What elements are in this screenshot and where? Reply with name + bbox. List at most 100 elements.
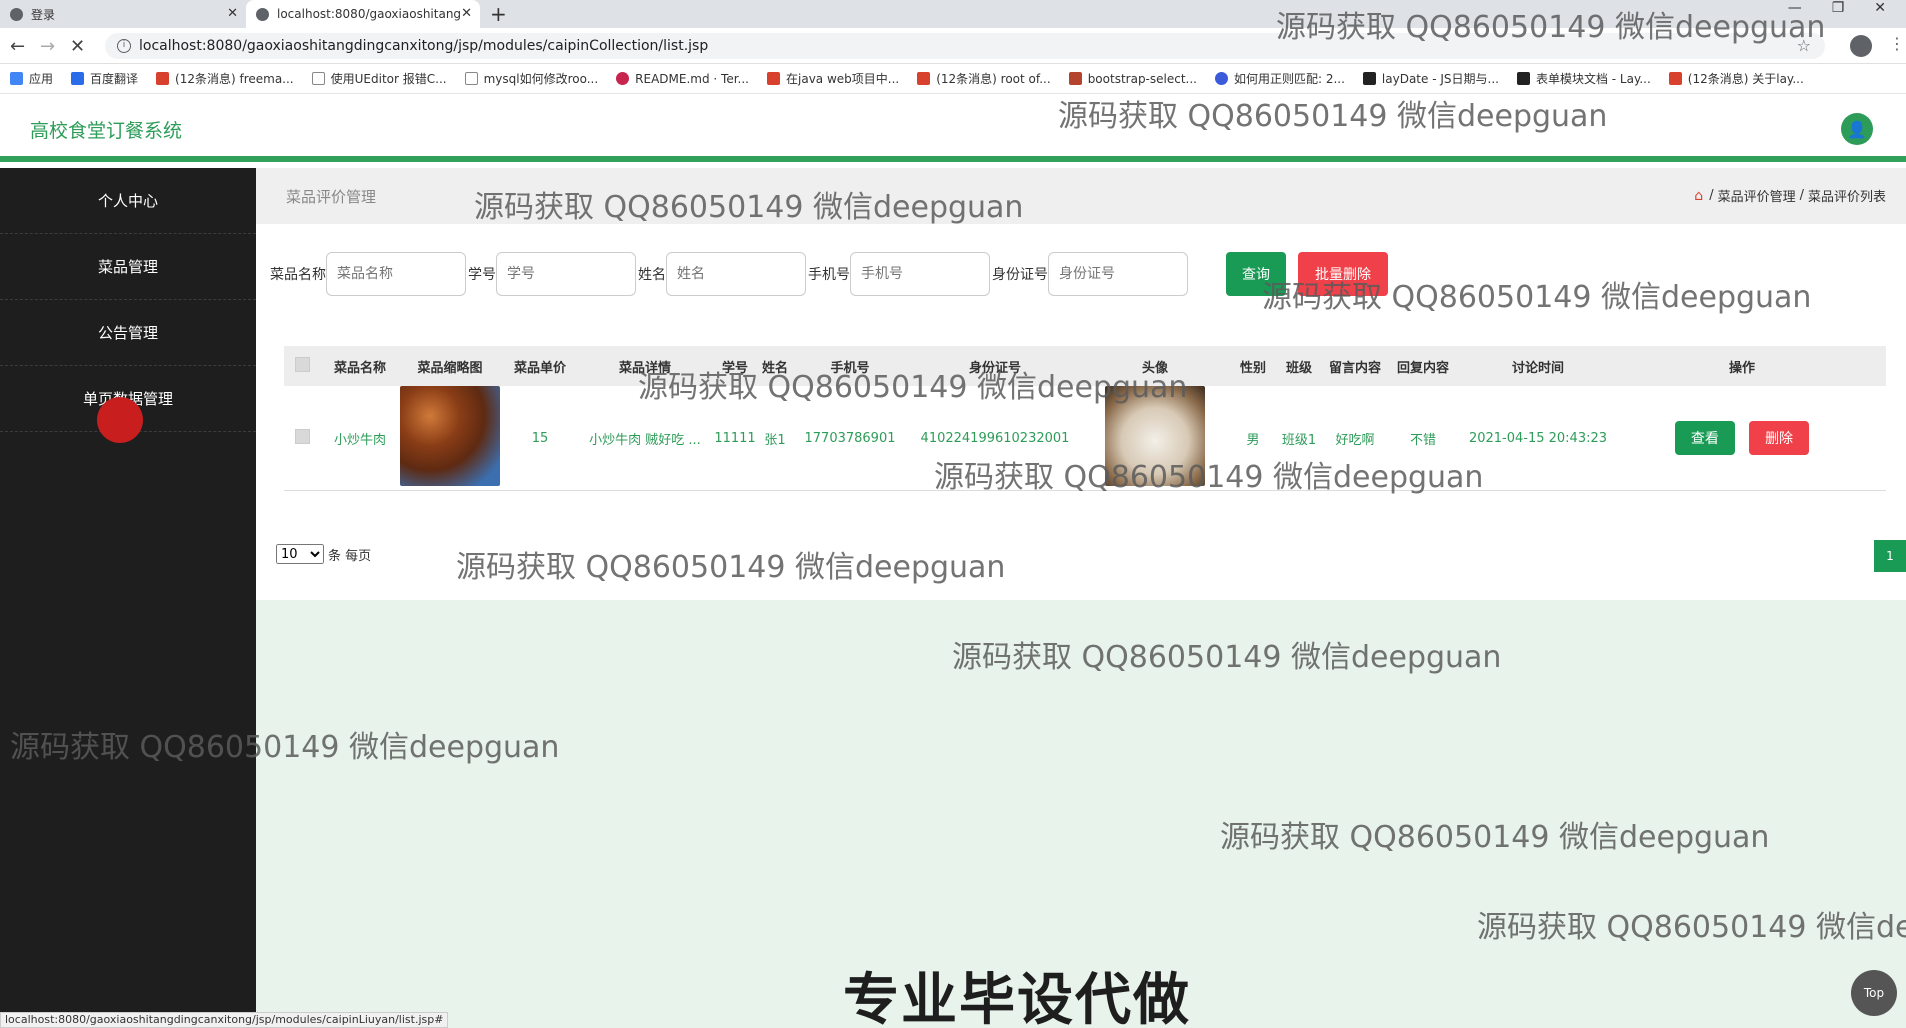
bookmark[interactable]: README.md · Ter... (616, 72, 749, 86)
sidebar: 个人中心 菜品管理 公告管理 单页数据管理 (0, 168, 256, 1028)
discussion-time: 2021-04-15 20:43:23 (1468, 430, 1608, 446)
batch-delete-button[interactable]: 批量删除 (1298, 252, 1388, 296)
bookmark-apps[interactable]: 应用 (10, 70, 53, 87)
id-number-input[interactable] (1048, 252, 1188, 296)
page-icon (1068, 72, 1082, 85)
dish-name-input[interactable] (326, 252, 466, 296)
user-icon[interactable]: 👤 (1841, 113, 1873, 145)
gitee-icon (616, 72, 630, 85)
url-text: localhost:8080/gaoxiaoshitangdingcanxito… (139, 38, 709, 54)
baidu-icon (1214, 72, 1228, 85)
breadcrumb-item: 菜品评价列表 (1807, 190, 1886, 205)
back-icon[interactable]: ← (10, 36, 25, 57)
browser-tab-login[interactable]: 登录 ✕ (0, 0, 246, 28)
phone-input[interactable] (850, 252, 990, 296)
close-icon[interactable]: ✕ (461, 6, 472, 21)
bookmark[interactable]: bootstrap-select... (1068, 72, 1197, 86)
column-header: 学号 (721, 360, 748, 376)
column-header: 菜品名称 (333, 360, 386, 376)
column-header: 讨论时间 (1511, 360, 1564, 376)
layui-icon (1362, 72, 1376, 85)
close-icon[interactable]: ✕ (227, 6, 238, 21)
query-button[interactable]: 查询 (1226, 252, 1286, 296)
browser-tab-active[interactable]: localhost:8080/gaoxiaoshitang ✕ (246, 0, 480, 28)
globe-icon (10, 7, 23, 21)
tab-label: localhost:8080/gaoxiaoshitang (277, 7, 462, 21)
globe-icon (256, 7, 269, 21)
column-header: 性别 (1239, 360, 1266, 376)
search-label: 身份证号 (992, 267, 1048, 283)
click-indicator (97, 397, 143, 443)
bookmark[interactable]: (12条消息) root of... (917, 70, 1051, 87)
info-icon[interactable]: i (117, 39, 131, 53)
view-button[interactable]: 查看 (1674, 421, 1735, 455)
bookmark[interactable]: mysql如何修改roo... (464, 70, 598, 87)
translate-icon (71, 72, 85, 85)
bookmark[interactable]: (12条消息) 关于lay... (1668, 70, 1804, 87)
address-bar-row: ← → ✕ i localhost:8080/gaoxiaoshitangdin… (0, 28, 1906, 64)
status-bar-url: localhost:8080/gaoxiaoshitangdingcanxito… (0, 1012, 449, 1028)
star-icon[interactable]: ☆ (1797, 33, 1811, 59)
stop-icon[interactable]: ✕ (70, 36, 85, 57)
breadcrumb: ⌂ / 菜品评价管理 / 菜品评价列表 (1694, 186, 1886, 206)
name-input[interactable] (666, 252, 806, 296)
restore-icon[interactable]: ❐ (1832, 0, 1845, 16)
bookmark[interactable]: 在java web项目中... (767, 70, 899, 87)
per-page-label: 条 每页 (328, 548, 372, 564)
page-icon (464, 72, 478, 85)
bookmark[interactable]: 使用UEditor 报错C... (311, 70, 447, 87)
column-header: 手机号 (830, 360, 870, 376)
forward-icon[interactable]: → (40, 36, 55, 57)
dish-detail: 小炒牛肉 贼好吃 ... (589, 432, 701, 448)
gender: 男 (1246, 432, 1260, 448)
back-to-top-button[interactable]: Top (1851, 970, 1897, 1016)
page-number-button[interactable]: 1 (1874, 540, 1906, 572)
search-label: 菜品名称 (270, 267, 326, 283)
bookmarks-bar: 应用 百度翻译 (12条消息) freema... 使用UEditor 报错C.… (0, 64, 1906, 94)
bookmark[interactable]: (12条消息) freema... (156, 70, 294, 87)
app-header: 高校食堂订餐系统 👤 (0, 94, 1906, 162)
row-checkbox[interactable] (294, 428, 310, 444)
column-header: 菜品详情 (618, 360, 671, 376)
table-row: 小炒牛肉 15 小炒牛肉 贼好吃 ... 11111 张1 1770378690… (284, 386, 1886, 490)
column-header: 头像 (1141, 360, 1168, 376)
column-header: 姓名 (761, 360, 788, 376)
close-window-icon[interactable]: ✕ (1874, 0, 1886, 16)
promo-banner-text: 专业毕设代做 (843, 968, 1191, 1028)
csdn-icon (156, 72, 170, 85)
sidebar-item-notice-management[interactable]: 公告管理 (0, 300, 256, 366)
search-label: 手机号 (808, 267, 850, 283)
bookmark[interactable]: layDate - JS日期与... (1362, 70, 1499, 87)
breadcrumb-item[interactable]: 菜品评价管理 (1718, 186, 1796, 205)
csdn-icon (767, 72, 780, 85)
menu-icon[interactable]: ⋮ (1889, 34, 1905, 53)
page-size-select[interactable]: 10 (276, 544, 324, 564)
new-tab-icon[interactable]: + (490, 2, 507, 26)
layui-icon (1516, 72, 1530, 85)
student-no-input[interactable] (496, 252, 636, 296)
dish-thumbnail (400, 386, 500, 486)
delete-button[interactable]: 删除 (1749, 421, 1810, 455)
account-icon[interactable] (1850, 35, 1872, 57)
url-field[interactable]: i localhost:8080/gaoxiaoshitangdingcanxi… (105, 33, 1825, 59)
breadcrumb-bar: 菜品评价管理 ⌂ / 菜品评价管理 / 菜品评价列表 (256, 168, 1906, 224)
student-name: 张1 (764, 432, 786, 448)
sidebar-item-dish-management[interactable]: 菜品管理 (0, 234, 256, 300)
home-icon[interactable]: ⌂ (1694, 188, 1703, 204)
minimize-icon[interactable]: — (1788, 0, 1802, 16)
message: 好吃啊 (1335, 432, 1375, 448)
search-label: 姓名 (638, 267, 666, 283)
main-area: 菜品评价管理 ⌂ / 菜品评价管理 / 菜品评价列表 菜品名称 学号 姓名 手机… (256, 168, 1906, 1028)
sidebar-item-personal-center[interactable]: 个人中心 (0, 168, 256, 234)
app-title: 高校食堂订餐系统 (30, 120, 183, 142)
search-form: 菜品名称 学号 姓名 手机号 身份证号 查询 批量删除 (270, 252, 1388, 296)
csdn-icon (1668, 72, 1682, 85)
bookmark[interactable]: 表单模块文档 - Lay... (1516, 70, 1651, 87)
bookmark[interactable]: 百度翻译 (71, 70, 138, 87)
select-all-checkbox[interactable] (294, 356, 310, 372)
bookmark[interactable]: 如何用正则匹配: 2... (1214, 70, 1345, 87)
phone: 17703786901 (804, 430, 896, 446)
column-header: 身份证号 (968, 360, 1021, 376)
page-icon (311, 72, 325, 85)
column-header: 留言内容 (1328, 360, 1381, 376)
